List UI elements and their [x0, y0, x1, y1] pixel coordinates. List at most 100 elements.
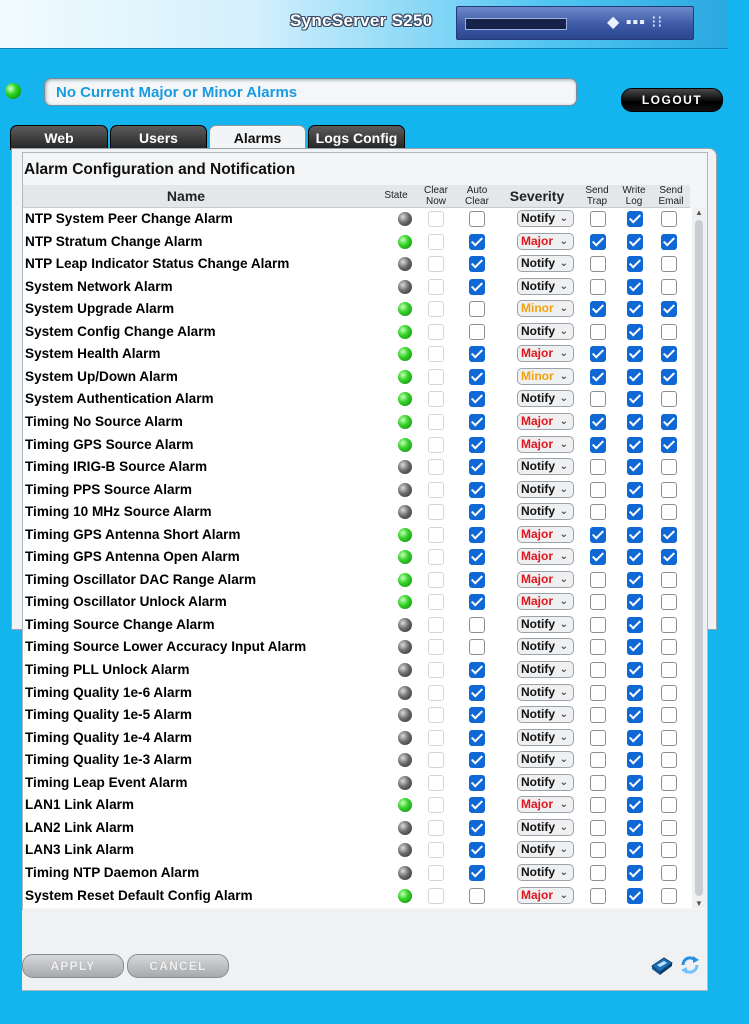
send-trap-checkbox[interactable]	[590, 864, 606, 881]
write-log-checkbox[interactable]	[627, 662, 643, 678]
send-trap-checkbox[interactable]	[590, 391, 606, 408]
send-email-checkbox[interactable]	[661, 797, 677, 814]
severity-select[interactable]: Major ⌄	[517, 593, 574, 611]
send-trap-checkbox[interactable]	[590, 842, 606, 859]
send-trap-checkbox[interactable]	[590, 413, 606, 430]
severity-select[interactable]: Major ⌄	[517, 435, 574, 453]
send-email-checkbox[interactable]	[661, 368, 677, 385]
write-log-checkbox[interactable]	[627, 639, 643, 656]
send-email-checkbox[interactable]	[661, 819, 677, 836]
refresh-icon[interactable]	[678, 954, 702, 976]
send-email-checkbox[interactable]	[661, 391, 677, 408]
write-log-checkbox[interactable]	[627, 594, 643, 611]
severity-select[interactable]: Notify ⌄	[517, 322, 574, 340]
send-trap-checkbox[interactable]	[590, 752, 606, 769]
write-log-checkbox[interactable]	[627, 413, 643, 430]
write-log-checkbox[interactable]	[627, 752, 643, 769]
send-trap-checkbox[interactable]	[590, 616, 606, 633]
send-email-checkbox[interactable]	[661, 211, 677, 227]
severity-select[interactable]: Notify ⌄	[517, 661, 574, 678]
auto-clear-checkbox[interactable]	[469, 729, 485, 746]
severity-select[interactable]: Notify ⌄	[517, 503, 574, 521]
tab-logs-config[interactable]: Logs Config	[308, 125, 405, 150]
write-log-checkbox[interactable]	[627, 797, 643, 814]
auto-clear-checkbox[interactable]	[469, 436, 485, 453]
send-trap-checkbox[interactable]	[590, 526, 606, 543]
send-email-checkbox[interactable]	[661, 729, 677, 746]
severity-select[interactable]: Notify ⌄	[517, 390, 574, 408]
send-email-checkbox[interactable]	[661, 616, 677, 633]
severity-select[interactable]: Notify ⌄	[517, 210, 574, 227]
write-log-checkbox[interactable]	[627, 864, 643, 881]
send-email-checkbox[interactable]	[661, 256, 677, 273]
write-log-checkbox[interactable]	[627, 368, 643, 385]
write-log-checkbox[interactable]	[627, 819, 643, 836]
auto-clear-checkbox[interactable]	[469, 481, 485, 498]
severity-select[interactable]: Notify ⌄	[517, 615, 574, 633]
auto-clear-checkbox[interactable]	[469, 459, 485, 476]
write-log-checkbox[interactable]	[627, 459, 643, 476]
severity-select[interactable]: Notify ⌄	[517, 458, 574, 476]
auto-clear-checkbox[interactable]	[469, 707, 485, 724]
send-trap-checkbox[interactable]	[590, 278, 606, 295]
scroll-thumb[interactable]	[695, 220, 703, 896]
severity-select[interactable]: Major ⌄	[517, 412, 574, 430]
send-email-checkbox[interactable]	[661, 864, 677, 881]
write-log-checkbox[interactable]	[627, 211, 643, 227]
send-email-checkbox[interactable]	[661, 233, 677, 250]
auto-clear-checkbox[interactable]	[469, 797, 485, 814]
auto-clear-checkbox[interactable]	[469, 819, 485, 836]
send-email-checkbox[interactable]	[661, 842, 677, 859]
send-trap-checkbox[interactable]	[590, 774, 606, 791]
send-email-checkbox[interactable]	[661, 413, 677, 430]
scroll-up-icon[interactable]: ▲	[695, 208, 703, 217]
write-log-checkbox[interactable]	[627, 526, 643, 543]
auto-clear-checkbox[interactable]	[469, 233, 485, 250]
write-log-checkbox[interactable]	[627, 842, 643, 859]
send-trap-checkbox[interactable]	[590, 459, 606, 476]
send-trap-checkbox[interactable]	[590, 639, 606, 656]
severity-select[interactable]: Major ⌄	[517, 886, 574, 904]
auto-clear-checkbox[interactable]	[469, 391, 485, 408]
write-log-checkbox[interactable]	[627, 707, 643, 724]
send-email-checkbox[interactable]	[661, 774, 677, 791]
severity-select[interactable]: Minor ⌄	[517, 300, 574, 318]
auto-clear-checkbox[interactable]	[469, 774, 485, 791]
severity-select[interactable]: Major ⌄	[517, 345, 574, 363]
write-log-checkbox[interactable]	[627, 256, 643, 273]
auto-clear-checkbox[interactable]	[469, 684, 485, 701]
write-log-checkbox[interactable]	[627, 571, 643, 588]
auto-clear-checkbox[interactable]	[469, 616, 485, 633]
severity-select[interactable]: Major ⌄	[517, 232, 574, 250]
send-email-checkbox[interactable]	[661, 459, 677, 476]
severity-select[interactable]: Minor ⌄	[517, 367, 574, 385]
cancel-button[interactable]: CANCEL	[127, 954, 229, 978]
send-email-checkbox[interactable]	[661, 549, 677, 566]
send-email-checkbox[interactable]	[661, 752, 677, 769]
auto-clear-checkbox[interactable]	[469, 662, 485, 678]
tab-web[interactable]: Web	[10, 125, 108, 150]
auto-clear-checkbox[interactable]	[469, 211, 485, 227]
write-log-checkbox[interactable]	[627, 887, 643, 904]
scroll-down-icon[interactable]: ▼	[695, 899, 703, 908]
auto-clear-checkbox[interactable]	[469, 887, 485, 904]
write-log-checkbox[interactable]	[627, 278, 643, 295]
send-email-checkbox[interactable]	[661, 526, 677, 543]
send-email-checkbox[interactable]	[661, 436, 677, 453]
table-scrollbar[interactable]: ▲ ▼	[692, 208, 706, 908]
auto-clear-checkbox[interactable]	[469, 504, 485, 521]
write-log-checkbox[interactable]	[627, 616, 643, 633]
write-log-checkbox[interactable]	[627, 301, 643, 318]
severity-select[interactable]: Major ⌄	[517, 570, 574, 588]
auto-clear-checkbox[interactable]	[469, 842, 485, 859]
write-log-checkbox[interactable]	[627, 481, 643, 498]
send-email-checkbox[interactable]	[661, 481, 677, 498]
write-log-checkbox[interactable]	[627, 323, 643, 340]
auto-clear-checkbox[interactable]	[469, 752, 485, 769]
send-trap-checkbox[interactable]	[590, 368, 606, 385]
send-email-checkbox[interactable]	[661, 639, 677, 656]
send-email-checkbox[interactable]	[661, 323, 677, 340]
severity-select[interactable]: Major ⌄	[517, 796, 574, 814]
send-trap-checkbox[interactable]	[590, 729, 606, 746]
auto-clear-checkbox[interactable]	[469, 278, 485, 295]
